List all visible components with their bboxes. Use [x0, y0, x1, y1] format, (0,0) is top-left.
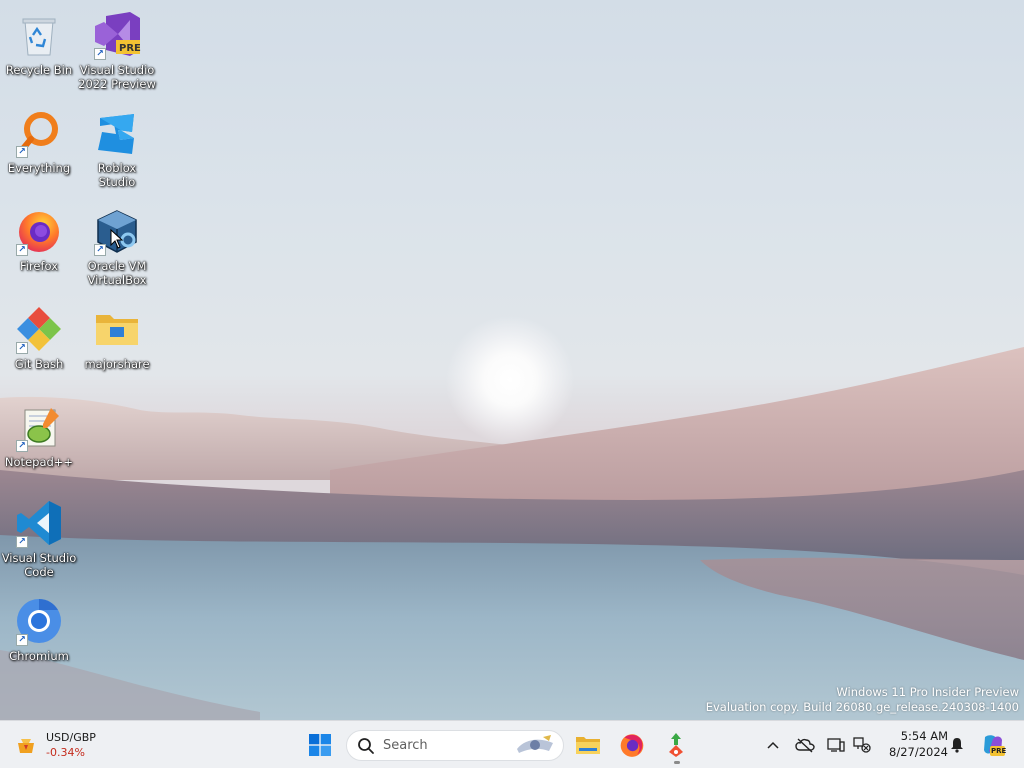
- desktop-icon-git-bash[interactable]: ↗ Git Bash: [0, 300, 78, 392]
- shortcut-arrow-icon: ↗: [94, 244, 106, 256]
- widget-value: -0.34%: [46, 746, 85, 759]
- shortcut-arrow-icon: ↗: [16, 342, 28, 354]
- vscode-icon: ↗: [14, 498, 64, 548]
- desktop-icon-label: Notepad++: [4, 455, 74, 469]
- windows-start-icon: [309, 734, 331, 756]
- desktop-icon-roblox-studio[interactable]: Roblox Studio: [78, 104, 156, 196]
- desktop-icon-notepad-plus-plus[interactable]: ↗ Notepad++: [0, 398, 78, 490]
- desktop-icon-label: Visual Studio Code: [1, 551, 77, 579]
- chromium-icon: ↗: [14, 596, 64, 646]
- shortcut-arrow-icon: ↗: [16, 440, 28, 452]
- shortcut-arrow-icon: ↗: [16, 146, 28, 158]
- onedrive-offline-icon: [795, 738, 815, 753]
- taskbar-firefox[interactable]: [612, 725, 652, 765]
- copilot-button[interactable]: PRE: [978, 725, 1008, 765]
- roblox-studio-icon: [92, 108, 142, 158]
- pre-badge: PRE: [119, 43, 141, 54]
- folder-icon: [92, 304, 142, 354]
- start-button[interactable]: [300, 725, 340, 765]
- taskbar-git-gui[interactable]: [656, 725, 696, 765]
- git-bash-icon: ↗: [14, 304, 64, 354]
- search-placeholder: Search: [383, 738, 428, 753]
- firefox-icon: [620, 734, 644, 757]
- currency-widget-icon: [14, 733, 38, 757]
- search-icon: [358, 737, 374, 754]
- desktop-icon-recycle-bin[interactable]: Recycle Bin: [0, 6, 78, 98]
- taskbar-file-explorer[interactable]: [568, 725, 608, 765]
- shortcut-arrow-icon: ↗: [16, 244, 28, 256]
- desktop-icon-label: Firefox: [19, 259, 59, 273]
- copilot-pre-badge: PRE: [991, 747, 1007, 755]
- clock-time: 5:54 AM: [900, 729, 948, 743]
- copilot-icon: PRE: [981, 733, 1007, 757]
- desktop-icon-chromium[interactable]: ↗ Chromium: [0, 592, 78, 684]
- currency-widget[interactable]: USD/GBP -0.34%: [14, 726, 114, 764]
- recycle-bin-icon: [14, 10, 64, 60]
- desktop-icon-label: Chromium: [9, 649, 69, 663]
- notifications-button[interactable]: [946, 725, 968, 765]
- display-icon: [827, 738, 845, 752]
- clock-date: 8/27/2024: [889, 745, 948, 759]
- shortcut-arrow-icon: ↗: [16, 634, 28, 646]
- widget-title: USD/GBP: [46, 731, 96, 744]
- visual-studio-icon: PRE ↗: [92, 10, 142, 60]
- desktop-icon-label: Oracle VM VirtualBox: [87, 259, 147, 287]
- desktop-icon-label: majorshare: [84, 357, 150, 371]
- file-explorer-icon: [576, 737, 600, 754]
- desktop-icon-vscode[interactable]: ↗ Visual Studio Code: [0, 494, 78, 586]
- desktop-icon-label: Everything: [7, 161, 71, 175]
- desktop-icon-everything[interactable]: ↗ Everything: [0, 104, 78, 196]
- everything-search-icon: ↗: [14, 108, 64, 158]
- taskbar: USD/GBP -0.34% Search 5:54 AM 8/27/2024 …: [0, 720, 1024, 768]
- network-button[interactable]: [850, 725, 874, 765]
- onedrive-status-button[interactable]: [792, 725, 818, 765]
- shortcut-arrow-icon: ↗: [94, 48, 106, 60]
- notepad-plus-plus-icon: ↗: [14, 402, 64, 452]
- display-button[interactable]: [824, 725, 848, 765]
- firefox-icon: ↗: [14, 206, 64, 256]
- desktop-icon-label: Visual Studio 2022 Preview: [78, 63, 156, 91]
- chevron-up-icon: [767, 741, 779, 749]
- running-indicator: [674, 761, 680, 764]
- taskbar-search-box[interactable]: Search: [346, 730, 564, 761]
- desktop-icon-majorshare[interactable]: majorshare: [78, 300, 156, 392]
- taskbar-clock[interactable]: 5:54 AM 8/27/2024: [878, 728, 948, 760]
- windows-watermark: Windows 11 Pro Insider Preview Evaluatio…: [706, 685, 1019, 715]
- bell-icon: [951, 738, 963, 753]
- show-hidden-icons-button[interactable]: [762, 725, 784, 765]
- desktop-icon-label: Roblox Studio: [97, 161, 137, 189]
- watermark-build: Evaluation copy. Build 26080.ge_release.…: [705, 700, 1019, 714]
- desktop-icon-label: Recycle Bin: [5, 63, 73, 77]
- search-highlight-icon: [517, 735, 553, 753]
- desktop-icon-visual-studio[interactable]: PRE ↗ Visual Studio 2022 Preview: [78, 6, 156, 98]
- watermark-edition: Windows 11 Pro Insider Preview: [836, 685, 1019, 699]
- mouse-cursor-icon: [110, 229, 124, 249]
- desktop-icon-firefox[interactable]: ↗ Firefox: [0, 202, 78, 294]
- git-gui-icon: [669, 733, 683, 757]
- shortcut-arrow-icon: ↗: [16, 536, 28, 548]
- network-icon: [853, 737, 871, 753]
- desktop-icon-label: Git Bash: [14, 357, 64, 371]
